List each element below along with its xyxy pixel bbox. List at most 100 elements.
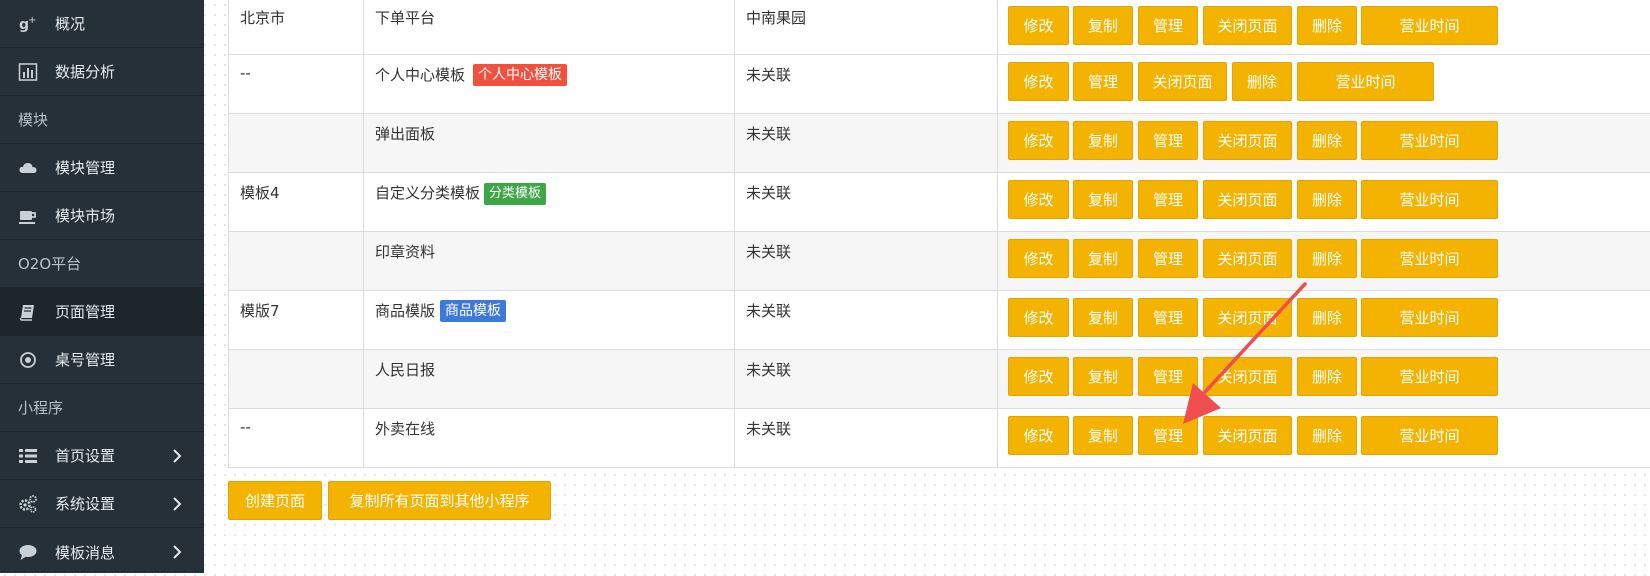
manage-button[interactable]: 管理 bbox=[1138, 180, 1198, 219]
copy-button[interactable]: 复制 bbox=[1073, 416, 1133, 455]
edit-button[interactable]: 修改 bbox=[1008, 62, 1069, 101]
page-name-cell: 下单平台 bbox=[364, 0, 735, 54]
delete-button[interactable]: 删除 bbox=[1297, 239, 1357, 278]
sidebar-item-module-management[interactable]: 模块管理 bbox=[0, 144, 204, 192]
pages-table: 北京市 下单平台 中南果园 修改 复制 管理 关闭页面 删除 营业时间 -- 个… bbox=[228, 0, 1650, 468]
manage-button[interactable]: 管理 bbox=[1073, 62, 1133, 101]
sidebar-section-modules: 模块 bbox=[0, 96, 204, 144]
sidebar-item-table-number[interactable]: 桌号管理 bbox=[0, 336, 204, 384]
business-hours-button[interactable]: 营业时间 bbox=[1361, 239, 1498, 278]
actions-cell: 修改 复制 管理 关闭页面 删除 营业时间 bbox=[998, 291, 1650, 349]
manage-button[interactable]: 管理 bbox=[1138, 6, 1198, 45]
edit-button[interactable]: 修改 bbox=[1008, 416, 1069, 455]
business-hours-button[interactable]: 营业时间 bbox=[1361, 298, 1498, 337]
copy-button[interactable]: 复制 bbox=[1073, 6, 1133, 45]
delete-button[interactable]: 删除 bbox=[1297, 121, 1357, 160]
close-page-button[interactable]: 关闭页面 bbox=[1203, 357, 1292, 396]
sidebar-item-template-messages[interactable]: 模板消息 bbox=[0, 528, 204, 576]
edit-button[interactable]: 修改 bbox=[1008, 6, 1069, 45]
manage-button[interactable]: 管理 bbox=[1138, 121, 1198, 160]
page-name-cell: 自定义分类模板 分类模板 bbox=[364, 173, 735, 231]
copy-button[interactable]: 复制 bbox=[1073, 357, 1133, 396]
business-hours-button[interactable]: 营业时间 bbox=[1361, 121, 1498, 160]
sidebar-item-page-management[interactable]: 页面管理 bbox=[0, 288, 204, 336]
sidebar-item-system-settings[interactable]: 系统设置 bbox=[0, 480, 204, 528]
coffee-cup-icon bbox=[18, 206, 38, 226]
table-row: 印章资料 未关联 修改 复制 管理 关闭页面 删除 营业时间 bbox=[229, 231, 1650, 290]
delete-button[interactable]: 删除 bbox=[1297, 298, 1357, 337]
create-page-button[interactable]: 创建页面 bbox=[228, 481, 322, 520]
delete-button[interactable]: 删除 bbox=[1297, 357, 1357, 396]
region-cell bbox=[229, 114, 364, 172]
edit-button[interactable]: 修改 bbox=[1008, 298, 1069, 337]
manage-button[interactable]: 管理 bbox=[1138, 298, 1198, 337]
manage-button[interactable]: 管理 bbox=[1138, 416, 1198, 455]
relation-cell: 未关联 bbox=[735, 114, 998, 172]
chevron-right-icon bbox=[170, 446, 184, 466]
page-name: 外卖在线 bbox=[375, 418, 435, 439]
sidebar-item-label: 概况 bbox=[55, 15, 86, 33]
close-page-button[interactable]: 关闭页面 bbox=[1203, 416, 1292, 455]
page-name: 人民日报 bbox=[375, 359, 435, 380]
sidebar-item-label: 页面管理 bbox=[55, 303, 116, 321]
copy-button[interactable]: 复制 bbox=[1073, 298, 1133, 337]
relation-text: 未关联 bbox=[746, 184, 792, 202]
business-hours-button[interactable]: 营业时间 bbox=[1361, 416, 1498, 455]
sidebar-item-label: 模块管理 bbox=[55, 159, 116, 177]
sidebar-item-home-settings[interactable]: 首页设置 bbox=[0, 432, 204, 480]
close-page-button[interactable]: 关闭页面 bbox=[1203, 6, 1292, 45]
delete-button[interactable]: 删除 bbox=[1297, 180, 1357, 219]
manage-button[interactable]: 管理 bbox=[1138, 357, 1198, 396]
edit-button[interactable]: 修改 bbox=[1008, 180, 1069, 219]
relation-text: 未关联 bbox=[746, 243, 792, 261]
business-hours-button[interactable]: 营业时间 bbox=[1361, 6, 1498, 45]
business-hours-button[interactable]: 营业时间 bbox=[1297, 62, 1434, 101]
edit-button[interactable]: 修改 bbox=[1008, 121, 1069, 160]
business-hours-button[interactable]: 营业时间 bbox=[1361, 357, 1498, 396]
page-name-text: 商品模版 bbox=[375, 302, 436, 320]
edit-button[interactable]: 修改 bbox=[1008, 357, 1069, 396]
close-page-button[interactable]: 关闭页面 bbox=[1203, 298, 1292, 337]
copy-all-pages-button[interactable]: 复制所有页面到其他小程序 bbox=[328, 481, 551, 520]
close-page-button[interactable]: 关闭页面 bbox=[1203, 121, 1292, 160]
close-page-button[interactable]: 关闭页面 bbox=[1203, 180, 1292, 219]
table-row: 模版7 商品模版 商品模板 未关联 修改 复制 管理 关闭页面 删除 营业时间 bbox=[229, 290, 1650, 349]
copy-button[interactable]: 复制 bbox=[1073, 121, 1133, 160]
edit-button[interactable]: 修改 bbox=[1008, 239, 1069, 278]
delete-button[interactable]: 删除 bbox=[1297, 416, 1357, 455]
actions-cell: 修改 复制 管理 关闭页面 删除 营业时间 bbox=[998, 173, 1650, 231]
business-hours-button[interactable]: 营业时间 bbox=[1361, 180, 1498, 219]
relation-text: 中南果园 bbox=[746, 9, 807, 27]
delete-button[interactable]: 删除 bbox=[1297, 6, 1357, 45]
sidebar-item-data-analysis[interactable]: 数据分析 bbox=[0, 48, 204, 96]
relation-cell: 未关联 bbox=[735, 350, 998, 408]
actions-cell: 修改 复制 管理 关闭页面 删除 营业时间 bbox=[998, 232, 1650, 290]
table-row: 模板4 自定义分类模板 分类模板 未关联 修改 复制 管理 关闭页面 删除 营业时… bbox=[229, 172, 1650, 231]
sidebar-item-module-market[interactable]: 模块市场 bbox=[0, 192, 204, 240]
relation-cell: 未关联 bbox=[735, 409, 998, 467]
copy-button[interactable]: 复制 bbox=[1073, 239, 1133, 278]
page-name-cell: 弹出面板 bbox=[364, 114, 735, 172]
sidebar-item-label: 首页设置 bbox=[55, 447, 116, 465]
sidebar-section-mini-program: 小程序 bbox=[0, 384, 204, 432]
relation-cell: 未关联 bbox=[735, 173, 998, 231]
gears-icon bbox=[18, 494, 38, 514]
copy-button[interactable]: 复制 bbox=[1073, 180, 1133, 219]
close-page-button[interactable]: 关闭页面 bbox=[1138, 62, 1227, 101]
table-row: -- 个人中心模板 个人中心模板 未关联 修改 管理 关闭页面 删除 营业时间 bbox=[229, 54, 1650, 113]
table-row: -- 外卖在线 未关联 修改 复制 管理 关闭页面 删除 营业时间 bbox=[229, 408, 1650, 467]
sidebar-item-label: 桌号管理 bbox=[55, 351, 116, 369]
sidebar: g + 概况 数据分析 模块 模块管理 模块市场 O2O平台 页面管理 桌号管理… bbox=[0, 0, 204, 573]
region-cell: -- bbox=[229, 409, 364, 467]
table-row: 北京市 下单平台 中南果园 修改 复制 管理 关闭页面 删除 营业时间 bbox=[229, 0, 1650, 54]
actions-cell: 修改 复制 管理 关闭页面 删除 营业时间 bbox=[998, 409, 1650, 467]
book-icon bbox=[18, 302, 38, 322]
sidebar-section-o2o: O2O平台 bbox=[0, 240, 204, 288]
sidebar-item-overview[interactable]: g + 概况 bbox=[0, 0, 204, 48]
relation-text: 未关联 bbox=[746, 302, 792, 320]
sidebar-item-label: 系统设置 bbox=[55, 495, 116, 513]
close-page-button[interactable]: 关闭页面 bbox=[1203, 239, 1292, 278]
template-tag: 分类模板 bbox=[484, 183, 547, 205]
manage-button[interactable]: 管理 bbox=[1138, 239, 1198, 278]
delete-button[interactable]: 删除 bbox=[1232, 62, 1292, 101]
